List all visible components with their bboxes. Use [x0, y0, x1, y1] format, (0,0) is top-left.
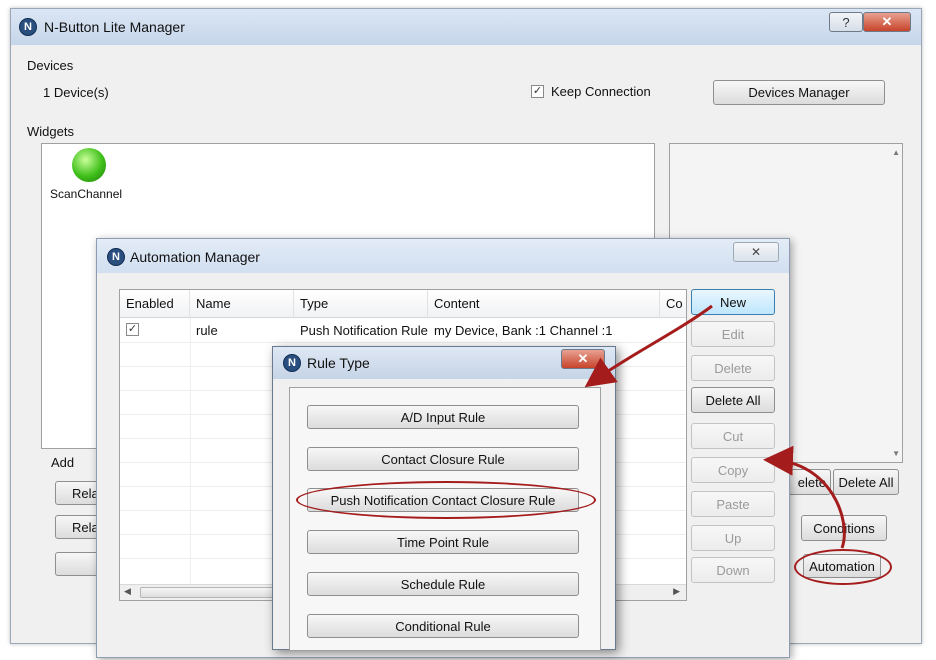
annotation-arrows [584, 304, 846, 549]
arrow-automation-to-copy [763, 445, 846, 549]
arrow-new-to-rule-type [584, 304, 713, 388]
